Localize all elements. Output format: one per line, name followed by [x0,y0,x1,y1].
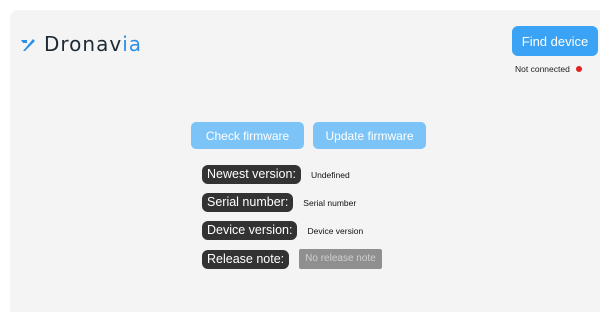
newest-version-value: Undefined [310,169,350,180]
check-firmware-button[interactable]: Check firmware [191,122,304,149]
device-version-value: Device version [307,225,364,236]
status-dot-icon [575,66,582,72]
release-note-row: Release note: No release note [202,249,382,269]
serial-number-value: Serial number [303,197,357,208]
app-logo: Dronavia [20,32,142,56]
serial-number-row: Serial number: Serial number [202,193,356,212]
find-device-button[interactable]: Find device [512,26,598,56]
serial-number-label: Serial number: [202,193,294,212]
update-firmware-button[interactable]: Update firmware [313,122,426,149]
device-version-label: Device version: [202,221,298,240]
slash-arrow-icon [21,39,35,51]
newest-version-label: Newest version: [202,165,301,184]
newest-version-row: Newest version: Undefined [202,165,350,184]
device-version-row: Device version: Device version [202,221,363,240]
connection-status-text: Not connected [515,64,570,74]
connection-status: Not connected [515,64,582,74]
app-window: Dronavia Find device Not connected Check… [10,10,600,312]
release-note-label: Release note: [202,249,290,269]
release-note-button[interactable]: No release note [299,249,382,269]
logo-text: Dronavia [44,32,142,56]
